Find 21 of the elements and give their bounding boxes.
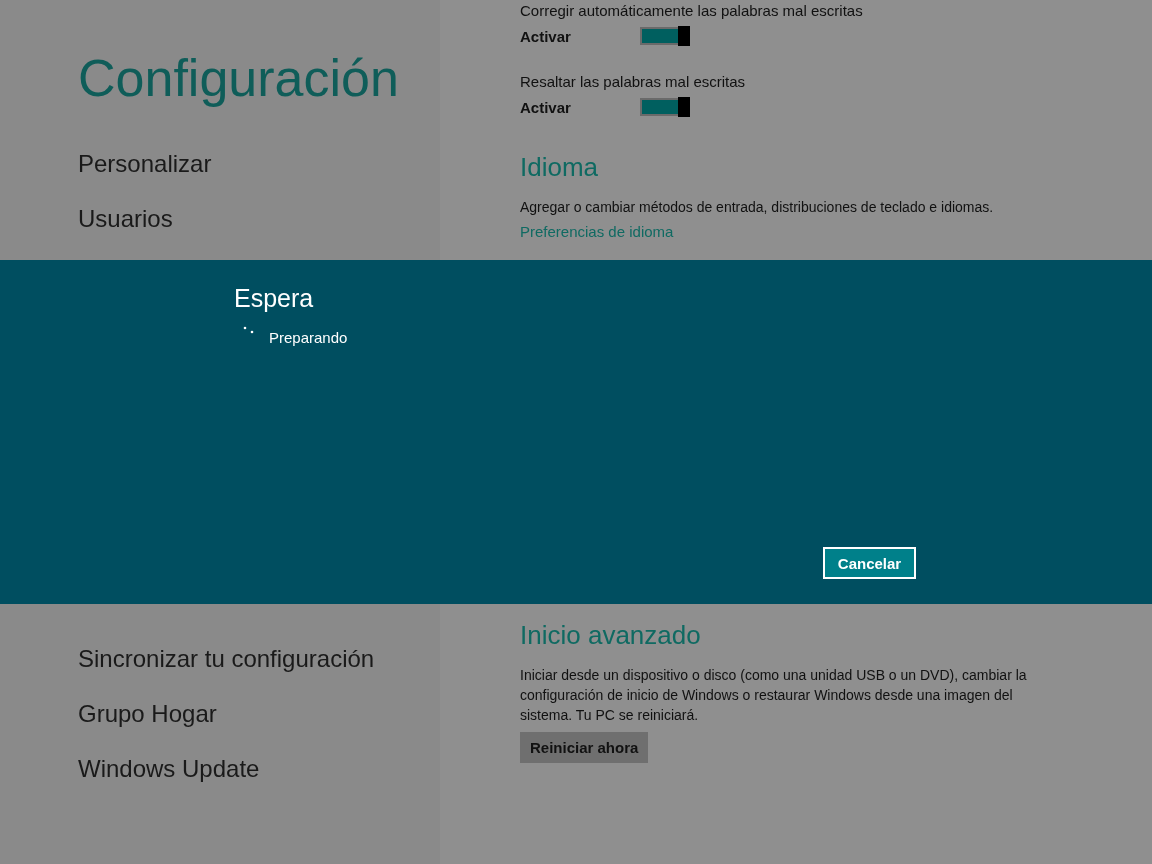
nav-item[interactable]: Grupo Hogar bbox=[78, 686, 217, 741]
section-heading: Idioma bbox=[520, 152, 599, 183]
toggle-switch[interactable] bbox=[640, 98, 690, 116]
nav-item[interactable]: Personalizar bbox=[78, 136, 212, 191]
toggle-switch[interactable] bbox=[640, 27, 690, 45]
section-description: Agregar o cambiar métodos de entrada, distribuciones de teclado e idiomas. bbox=[520, 198, 995, 217]
dialog-title: Espera bbox=[234, 284, 314, 313]
setting-label: Resaltar las palabras mal escritas bbox=[520, 73, 746, 91]
nav-item[interactable]: Windows Update bbox=[78, 741, 260, 796]
toggle-state-label: Activar bbox=[520, 98, 572, 116]
nav-item[interactable]: Sincronizar tu configuración bbox=[78, 631, 375, 686]
section-heading: Inicio avanzado bbox=[520, 620, 701, 651]
status-text: Preparando bbox=[269, 329, 348, 346]
restart-now-button[interactable]: Reiniciar ahora bbox=[520, 732, 649, 763]
toggle-state-label: Activar bbox=[520, 27, 572, 45]
spinner-icon bbox=[242, 326, 256, 336]
cancel-button[interactable]: Cancelar bbox=[823, 547, 916, 579]
section-description: Iniciar desde un dispositivo o disco (como una unidad USB o un DVD), cambiar la configuración de inicio de Windows o restaurar Windows desde una imagen del sistema. Tu PC se reiniciará. bbox=[520, 666, 1028, 725]
setting-label: Corregir automáticamente las palabras mal escritas bbox=[520, 2, 863, 20]
nav-item[interactable]: Usuarios bbox=[78, 191, 173, 246]
page-title: Configuración bbox=[78, 48, 400, 108]
